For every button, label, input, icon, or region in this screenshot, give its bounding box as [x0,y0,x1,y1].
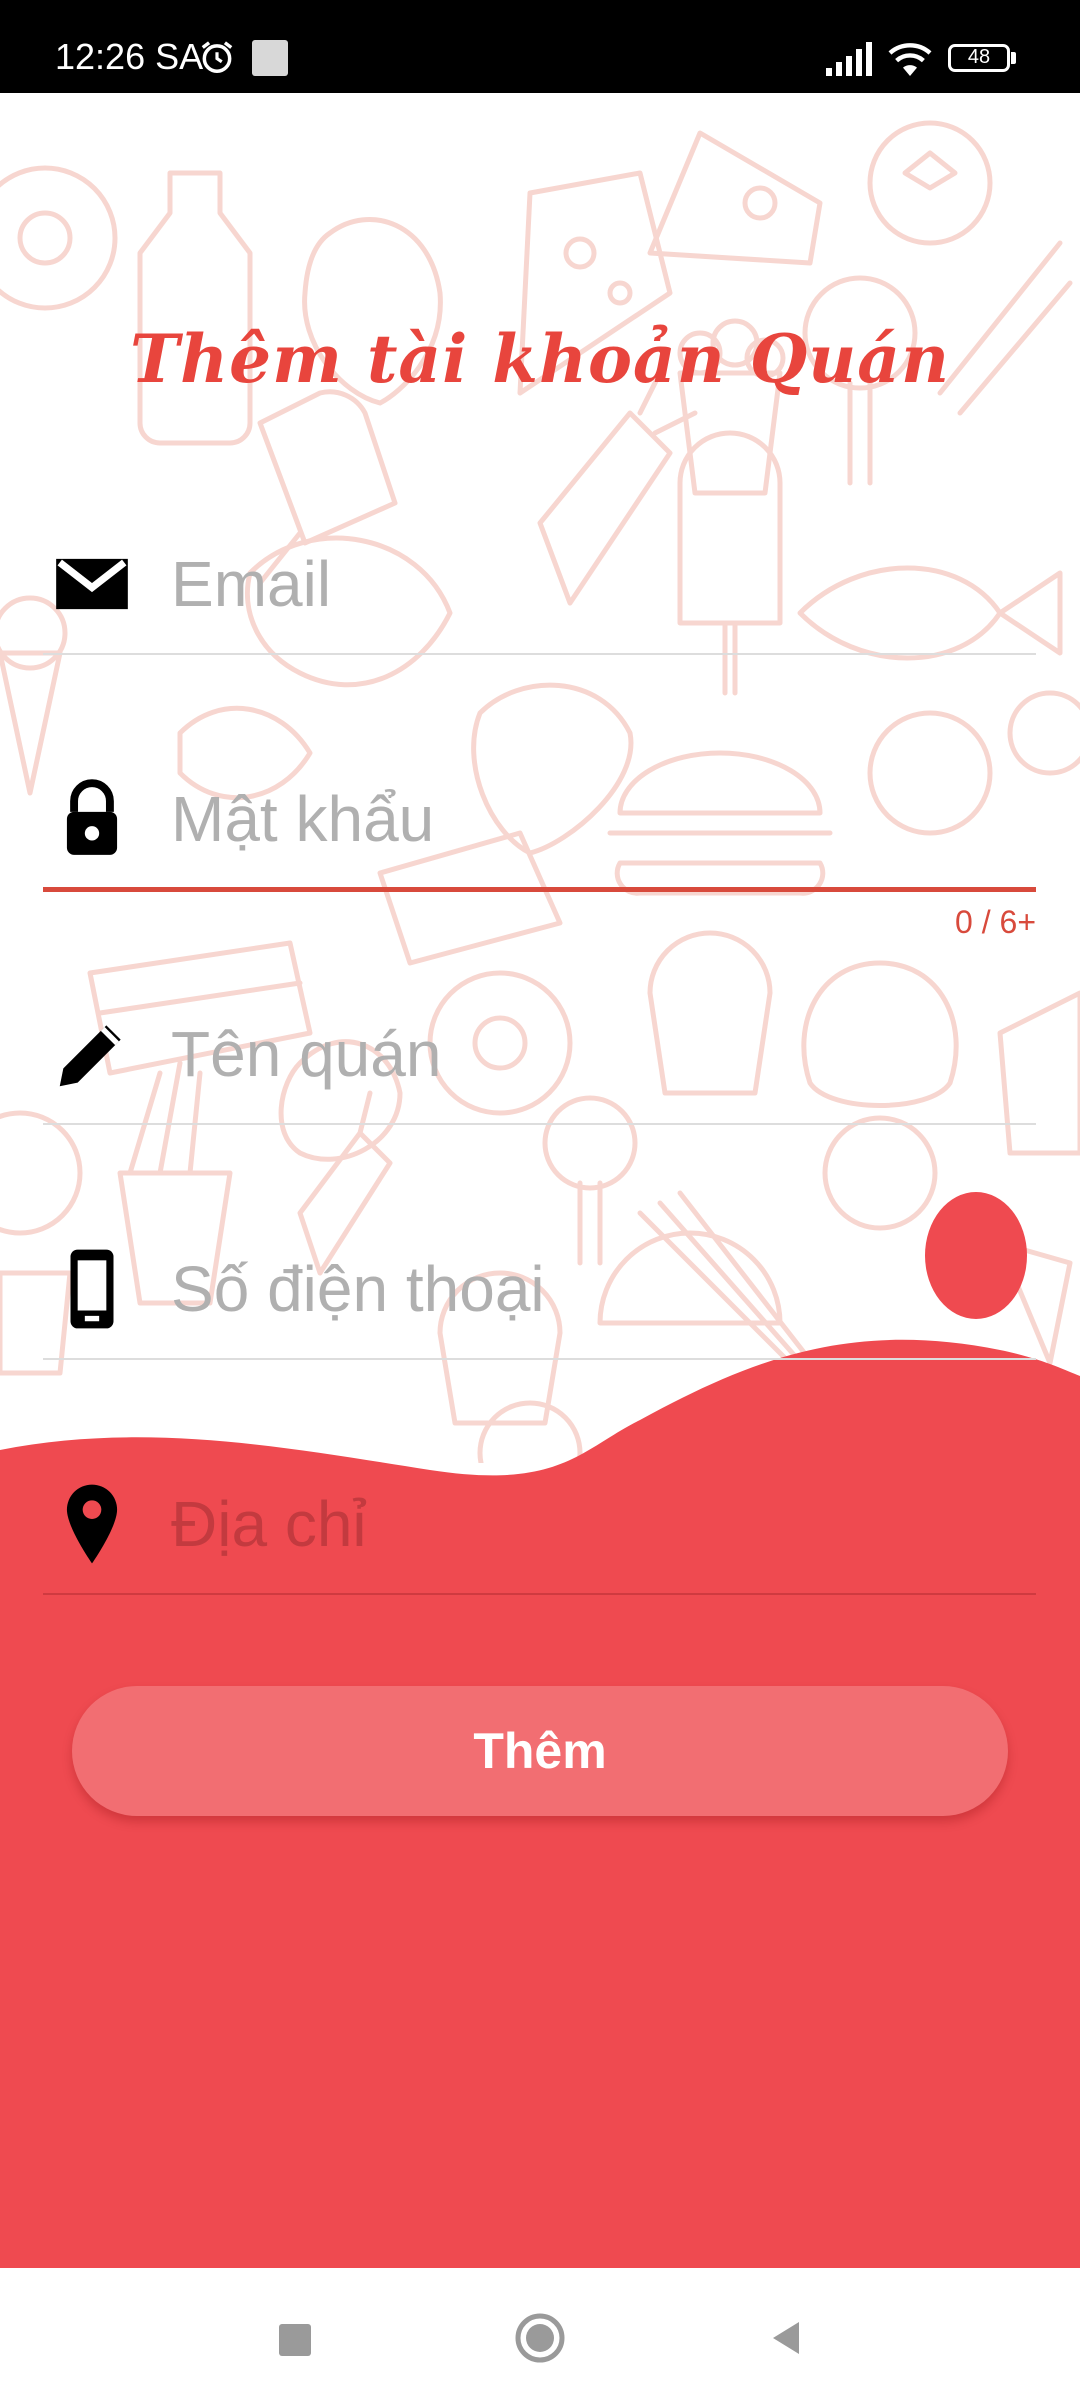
address-field[interactable]: Địa chỉ [43,1473,1036,1595]
password-character-counter: 0 / 6+ [955,904,1036,940]
pencil-icon [59,1025,121,1087]
status-time: 12:26 SA [55,36,204,77]
phone-underline [43,1358,1036,1360]
phone-icon [70,1249,114,1329]
lock-icon [66,779,118,855]
home-button[interactable] [510,2308,570,2368]
back-triangle-icon [773,2322,799,2354]
mail-icon [56,558,128,610]
password-underline [43,887,1036,892]
recent-apps-button[interactable] [263,2308,323,2368]
back-button[interactable] [755,2308,815,2368]
page-title: Thêm tài khoản Quán [130,320,950,398]
add-button[interactable]: Thêm [72,1686,1008,1816]
wifi-icon [888,43,932,76]
circle-home-icon [515,2313,565,2363]
navigation-bar [0,2268,1080,2400]
square-icon [279,2324,311,2356]
alarm-icon [201,41,233,73]
email-placeholder: Email [171,548,332,620]
status-bar: 12:26 SA 48 [0,0,1080,93]
password-field[interactable]: Mật khẩu [43,768,1036,892]
email-field[interactable]: Email [43,533,1036,655]
shop-name-placeholder: Tên quán [171,1018,442,1090]
signal-icon [826,42,872,76]
location-pin-icon [66,1484,118,1564]
address-placeholder: Địa chỉ [171,1488,367,1560]
phone-placeholder: Số điện thoại [171,1253,545,1325]
battery-icon: 48 [948,44,1010,72]
battery-level: 48 [967,46,991,68]
shop-name-field[interactable]: Tên quán [43,1003,1036,1125]
email-underline [43,653,1036,655]
shop-name-underline [43,1123,1036,1125]
phone-field[interactable]: Số điện thoại [43,1238,1036,1360]
password-placeholder: Mật khẩu [171,783,435,855]
address-underline [43,1593,1036,1595]
notification-image-icon [252,40,288,76]
